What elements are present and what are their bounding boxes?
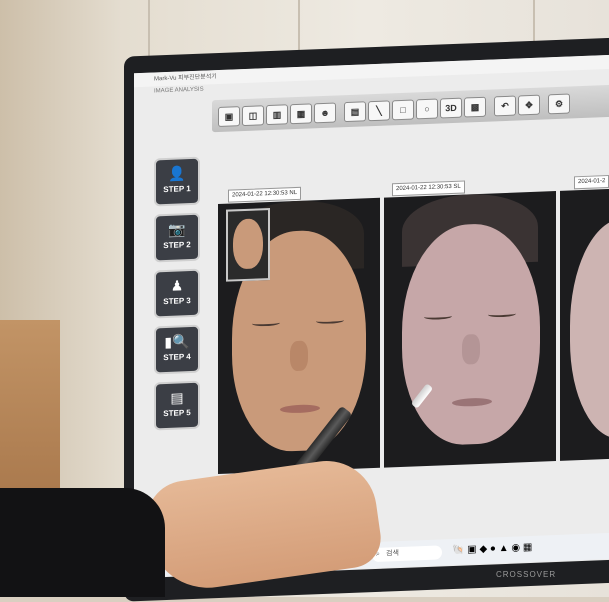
mode-text: NL xyxy=(289,189,298,197)
date-text: 2024-01-22 12:30:53 xyxy=(396,184,452,193)
camera-icon: 📷 xyxy=(168,221,186,238)
face-thumbnail[interactable] xyxy=(226,207,270,282)
monitor-brand: CROSSOVER xyxy=(496,570,557,579)
step-3-button[interactable]: ♟ STEP 3 xyxy=(154,268,200,319)
step-4-button[interactable]: ▮🔍 STEP 4 xyxy=(154,324,200,375)
analysis-icon: ▮🔍 xyxy=(164,333,190,351)
step-label: STEP 3 xyxy=(163,296,191,307)
face xyxy=(570,216,609,441)
toolbar: ▣ ◫ ▥ ▦ ☻ ▤ ╲ □ ○ 3D ▩ ↶ ✥ ⚙ xyxy=(212,84,609,133)
person-icon[interactable]: ☻ xyxy=(314,102,336,124)
step-label: STEP 2 xyxy=(163,240,191,251)
nose xyxy=(462,333,480,365)
rectangle-icon[interactable]: □ xyxy=(392,99,414,121)
date-text: 2024-01-2 xyxy=(578,178,606,186)
wall-divider xyxy=(148,0,150,60)
report-icon: ▤ xyxy=(170,389,184,406)
settings-icon[interactable]: ⚙ xyxy=(548,93,570,115)
photo-date-3[interactable]: 2024-01-2 xyxy=(574,174,609,190)
step-label: STEP 1 xyxy=(163,184,191,195)
step-sidebar: 👤 STEP 1 📷 STEP 2 ♟ STEP 3 ▮🔍 STEP 4 ▤ S… xyxy=(154,156,200,431)
line-icon[interactable]: ╲ xyxy=(368,100,390,122)
split-2-icon[interactable]: ◫ xyxy=(242,105,264,127)
mode-text: SL xyxy=(453,183,461,190)
person-icon: ♟ xyxy=(170,277,184,294)
grid-icon[interactable]: ▩ xyxy=(464,96,486,118)
face-photo-polarized[interactable] xyxy=(384,191,556,468)
date-text: 2024-01-22 12:30:53 xyxy=(232,190,288,199)
face-photo-partial[interactable] xyxy=(560,188,609,461)
search-placeholder: 검색 xyxy=(386,550,399,558)
wooden-cabinet xyxy=(0,320,60,510)
step-5-button[interactable]: ▤ STEP 5 xyxy=(154,380,200,431)
split-4-icon[interactable]: ▦ xyxy=(290,103,312,125)
user-add-icon: 👤 xyxy=(168,165,186,182)
black-sleeve xyxy=(0,488,165,597)
step-label: STEP 5 xyxy=(163,408,191,419)
taskbar-app-icons[interactable]: 🐚 ▣ ◆ ● ▲ ◉ ▦ xyxy=(452,542,532,556)
move-icon[interactable]: ✥ xyxy=(518,94,540,116)
3d-button[interactable]: 3D xyxy=(440,97,462,119)
face xyxy=(233,218,263,270)
window-subtitle: IMAGE ANALYSIS xyxy=(154,86,204,95)
undo-icon[interactable]: ↶ xyxy=(494,95,516,117)
taskbar-search[interactable]: ⌕ 검색 xyxy=(372,545,442,563)
ellipse-icon[interactable]: ○ xyxy=(416,98,438,120)
split-3-icon[interactable]: ▥ xyxy=(266,104,288,126)
nose xyxy=(290,340,308,372)
frame-icon[interactable]: ▤ xyxy=(344,101,366,123)
image-icon[interactable]: ▣ xyxy=(218,106,240,127)
step-2-button[interactable]: 📷 STEP 2 xyxy=(154,212,200,263)
step-1-button[interactable]: 👤 STEP 1 xyxy=(154,156,200,207)
step-label: STEP 4 xyxy=(163,352,191,363)
